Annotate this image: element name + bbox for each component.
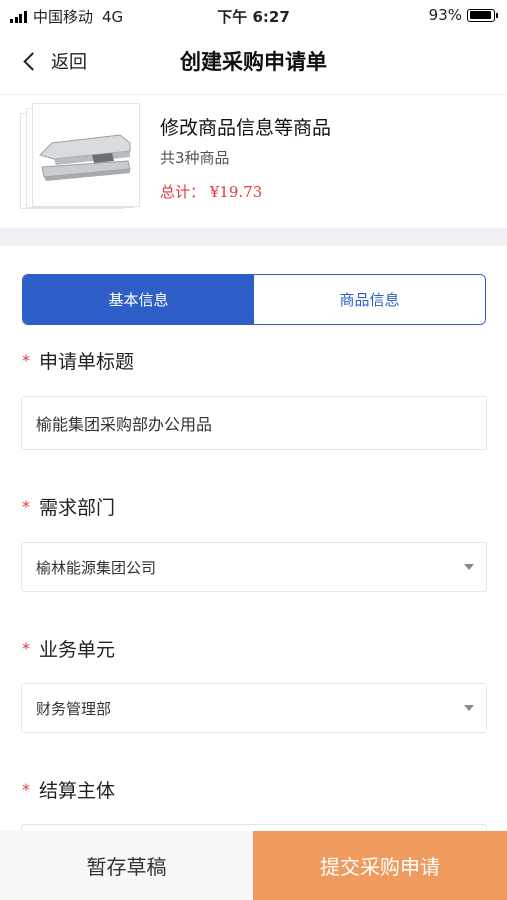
product-name: 修改商品信息等商品 [160, 117, 332, 139]
product-count: 共3种商品 [160, 149, 230, 167]
section-divider [0, 228, 507, 246]
status-bar: 中国移动 4G 下午 6:27 93% [0, 0, 507, 30]
product-summary-card[interactable]: 修改商品信息等商品 共3种商品 总计： ¥19.73 [0, 94, 507, 228]
required-mark: * [22, 497, 30, 516]
department-value: 榆林能源集团公司 [36, 558, 157, 577]
bottom-action-bar: 暂存草稿 提交采购申请 [0, 831, 507, 900]
business-unit-select[interactable]: 财务管理部 [21, 683, 487, 733]
page-title: 创建采购申请单 [180, 50, 327, 74]
required-mark: * [22, 780, 30, 799]
settlement-field-label: * 结算主体 [22, 780, 116, 802]
product-total: 总计： ¥19.73 [160, 183, 263, 201]
battery-icon [467, 8, 498, 22]
save-draft-button[interactable]: 暂存草稿 [0, 831, 253, 900]
submit-request-button[interactable]: 提交采购申请 [253, 831, 507, 900]
stapler-image [39, 134, 131, 181]
required-mark: * [22, 351, 30, 370]
nav-bar: 返回 创建采购申请单 [0, 30, 507, 94]
battery-percent: 93% [428, 6, 462, 24]
business-unit-value: 财务管理部 [36, 699, 112, 718]
title-field-label: * 申请单标题 [22, 351, 135, 373]
department-field-label: * 需求部门 [22, 497, 116, 519]
title-input[interactable]: 榆能集团采购部办公用品 [21, 396, 487, 450]
department-select[interactable]: 榆林能源集团公司 [21, 542, 487, 592]
tab-basic-info[interactable]: 基本信息 [23, 275, 254, 324]
tab-product-info[interactable]: 商品信息 [254, 275, 485, 324]
required-mark: * [22, 639, 30, 658]
info-tabs: 基本信息 商品信息 [22, 274, 486, 325]
business-unit-field-label: * 业务单元 [22, 639, 116, 661]
caret-down-icon [464, 705, 474, 711]
caret-down-icon [464, 564, 474, 570]
product-thumbnail [20, 103, 140, 211]
